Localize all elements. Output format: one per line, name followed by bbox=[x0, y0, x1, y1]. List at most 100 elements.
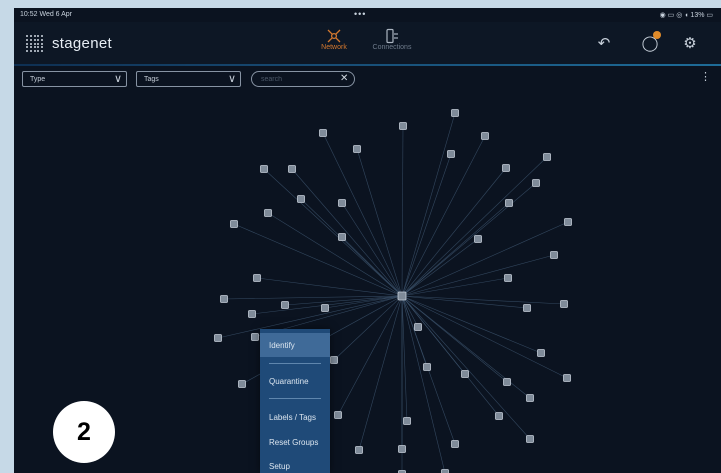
device-node-icon[interactable] bbox=[353, 145, 361, 153]
graph-edge bbox=[223, 295, 403, 300]
app-screen: 10:52 Wed 6 Apr ••• ◉ ▭ ◎ ◖ 13% ▭ stagen… bbox=[14, 8, 721, 473]
device-node-icon[interactable] bbox=[264, 209, 272, 217]
type-filter-select[interactable]: Type ∨ bbox=[22, 71, 127, 87]
menu-item-identify[interactable]: Identify bbox=[260, 333, 330, 357]
graph-edge bbox=[324, 295, 403, 309]
device-node-icon[interactable] bbox=[399, 122, 407, 130]
type-filter-label: Type bbox=[30, 76, 46, 83]
central-node[interactable] bbox=[397, 291, 407, 301]
menu-item-setup[interactable]: Setup bbox=[260, 454, 330, 473]
device-node-icon[interactable] bbox=[355, 446, 363, 454]
device-node-icon[interactable] bbox=[523, 304, 531, 312]
device-node-icon[interactable] bbox=[319, 129, 327, 137]
graph-edge bbox=[291, 168, 403, 297]
step-number-badge: 2 bbox=[53, 401, 115, 463]
status-time: 10:52 Wed 6 Apr bbox=[20, 11, 73, 18]
graph-edge bbox=[284, 295, 403, 306]
device-node-icon[interactable] bbox=[321, 304, 329, 312]
graph-edge bbox=[233, 223, 403, 297]
device-node-icon[interactable] bbox=[214, 334, 222, 342]
device-node-icon[interactable] bbox=[338, 199, 346, 207]
graph-edge bbox=[263, 168, 403, 297]
device-node-icon[interactable] bbox=[238, 380, 246, 388]
device-node-icon[interactable] bbox=[502, 164, 510, 172]
device-node-icon[interactable] bbox=[504, 274, 512, 282]
menu-divider bbox=[269, 398, 321, 399]
device-node-icon[interactable] bbox=[543, 153, 551, 161]
graph-edge bbox=[401, 125, 404, 297]
device-node-icon[interactable] bbox=[338, 233, 346, 241]
undo-icon[interactable]: ↶ bbox=[594, 34, 614, 54]
device-node-icon[interactable] bbox=[560, 300, 568, 308]
device-node-icon[interactable] bbox=[260, 165, 268, 173]
device-node-icon[interactable] bbox=[403, 417, 411, 425]
device-node-icon[interactable] bbox=[220, 295, 228, 303]
device-node-icon[interactable] bbox=[251, 333, 259, 341]
connections-icon bbox=[367, 28, 417, 44]
menu-item-label: Reset Groups bbox=[269, 438, 319, 447]
device-node-icon[interactable] bbox=[423, 363, 431, 371]
device-node-icon[interactable] bbox=[281, 301, 289, 309]
network-graph-canvas[interactable] bbox=[14, 94, 721, 473]
device-node-icon[interactable] bbox=[537, 349, 545, 357]
tab-network[interactable]: Network bbox=[316, 28, 352, 51]
device-node-icon[interactable] bbox=[526, 394, 534, 402]
device-node-icon[interactable] bbox=[505, 199, 513, 207]
filter-toolbar: Type ∨ Tags ∨ ✕ ⋮ bbox=[14, 66, 721, 94]
device-node-icon[interactable] bbox=[550, 251, 558, 259]
device-node-icon[interactable] bbox=[441, 469, 449, 473]
tags-filter-select[interactable]: Tags ∨ bbox=[136, 71, 241, 87]
device-node-icon[interactable] bbox=[230, 220, 238, 228]
menu-item-label: Labels / Tags bbox=[269, 413, 316, 422]
device-node-icon[interactable] bbox=[495, 412, 503, 420]
logo-icon bbox=[26, 35, 44, 53]
device-node-icon[interactable] bbox=[248, 310, 256, 318]
device-node-icon[interactable] bbox=[330, 356, 338, 364]
device-node-icon[interactable] bbox=[334, 411, 342, 419]
menu-item-label: Setup bbox=[269, 462, 290, 471]
device-node-icon[interactable] bbox=[481, 132, 489, 140]
graph-edge bbox=[401, 295, 565, 305]
more-options-icon[interactable]: ⋮ bbox=[700, 72, 711, 83]
graph-edge bbox=[401, 135, 486, 297]
graph-edge bbox=[341, 202, 403, 297]
node-context-menu: Identify Quarantine Labels / Tags Reset … bbox=[260, 329, 330, 473]
device-node-icon[interactable] bbox=[474, 235, 482, 243]
device-node-icon[interactable] bbox=[451, 440, 459, 448]
clear-search-icon[interactable]: ✕ bbox=[340, 73, 348, 84]
chat-icon[interactable]: ◯ bbox=[640, 31, 661, 54]
device-node-icon[interactable] bbox=[526, 435, 534, 443]
graph-edge bbox=[401, 295, 542, 354]
multitask-dots[interactable]: ••• bbox=[354, 9, 366, 19]
menu-item-quarantine[interactable]: Quarantine bbox=[260, 369, 330, 393]
status-bar: 10:52 Wed 6 Apr ••• ◉ ▭ ◎ ◖ 13% ▭ bbox=[14, 8, 721, 22]
device-node-icon[interactable] bbox=[288, 165, 296, 173]
graph-edge bbox=[401, 112, 456, 297]
graph-edge bbox=[401, 156, 548, 297]
device-node-icon[interactable] bbox=[253, 274, 261, 282]
graph-edge bbox=[358, 295, 403, 451]
device-node-icon[interactable] bbox=[563, 374, 571, 382]
device-node-icon[interactable] bbox=[451, 109, 459, 117]
network-graph[interactable] bbox=[14, 94, 721, 473]
menu-item-label: Quarantine bbox=[269, 377, 309, 386]
graph-edge bbox=[401, 167, 507, 297]
system-indicators: ◉ ▭ ◎ ◖ 13% ▭ bbox=[659, 12, 713, 19]
device-node-icon[interactable] bbox=[503, 378, 511, 386]
graph-edge bbox=[401, 221, 569, 297]
device-node-icon[interactable] bbox=[461, 370, 469, 378]
device-node-icon[interactable] bbox=[398, 445, 406, 453]
device-node-icon[interactable] bbox=[297, 195, 305, 203]
graph-edge bbox=[401, 295, 531, 440]
tab-connections[interactable]: Connections bbox=[367, 28, 417, 51]
device-node-icon[interactable] bbox=[447, 150, 455, 158]
notification-badge bbox=[653, 31, 661, 39]
graph-edge bbox=[401, 295, 528, 309]
menu-item-reset-groups[interactable]: Reset Groups bbox=[260, 430, 330, 454]
device-node-icon[interactable] bbox=[414, 323, 422, 331]
device-node-icon[interactable] bbox=[564, 218, 572, 226]
gear-icon[interactable]: ⚙ bbox=[680, 34, 700, 54]
tab-connections-label: Connections bbox=[372, 44, 412, 51]
device-node-icon[interactable] bbox=[532, 179, 540, 187]
menu-item-labels-tags[interactable]: Labels / Tags bbox=[260, 405, 330, 429]
